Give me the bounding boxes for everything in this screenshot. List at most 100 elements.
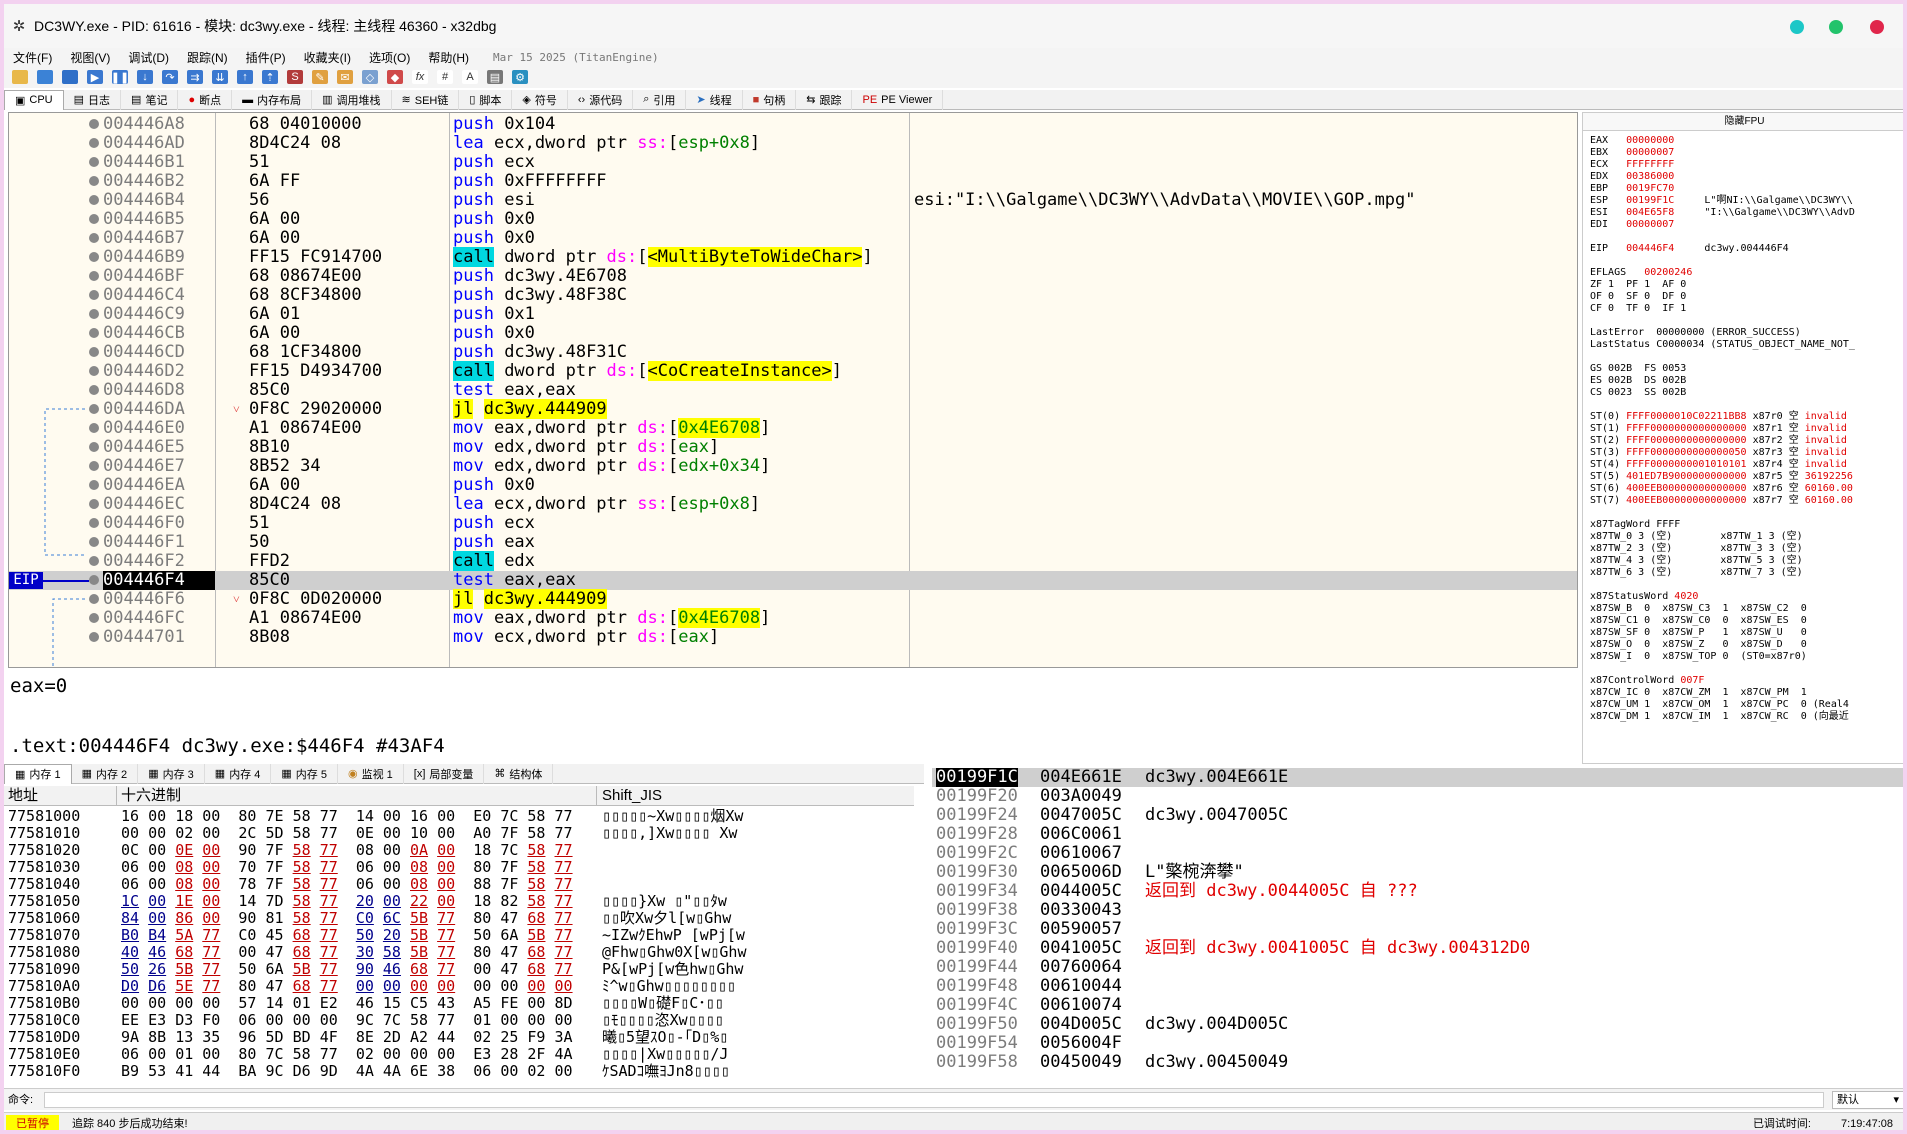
dump-view[interactable]: 地址 十六进制 Shift_JIS 77581000 16 00 18 00 80…: [4, 786, 914, 1086]
stack-row[interactable]: 00199F58 00450049 dc3wy.00450049: [932, 1053, 1903, 1070]
font-icon[interactable]: A: [462, 70, 478, 84]
disasm-row[interactable]: 004446C4 68 8CF34800 push dc3wy.48F38C: [9, 286, 1577, 305]
dump-row[interactable]: 77581090 50 26 5B 77 50 6A 5B 77 90 46 68…: [4, 961, 914, 978]
register-line[interactable]: ST(6) 400EEB00000000000000 x87r6 空 60160…: [1583, 483, 1903, 495]
register-line[interactable]: x87CW_DM 1 x87CW_IM 1 x87CW_RC 0 (向最近: [1583, 711, 1903, 723]
breakpoint-dot[interactable]: [89, 252, 99, 262]
register-line[interactable]: EIP 004446F4 dc3wy.004446F4: [1583, 243, 1903, 255]
breakpoint-dot[interactable]: [89, 404, 99, 414]
breakpoint-dot[interactable]: [89, 214, 99, 224]
disasm-row[interactable]: 004446D2 FF15 D4934700 call dword ptr ds:[…: [9, 361, 1577, 381]
register-line[interactable]: ST(7) 400EEB00000000000000 x87r7 空 60160…: [1583, 495, 1903, 507]
settings-icon[interactable]: ⚙: [512, 70, 528, 84]
stack-row[interactable]: 00199F48 00610044: [932, 977, 1903, 996]
breakpoint-dot[interactable]: [89, 594, 99, 604]
step-over-icon[interactable]: ↷: [162, 70, 178, 84]
register-line[interactable]: EDX 00386000: [1583, 171, 1903, 183]
dump-row[interactable]: 77581050 1C 00 1E 00 14 7D 58 77 20 00 22…: [4, 893, 914, 910]
register-line[interactable]: x87StatusWord 4020: [1583, 591, 1903, 603]
dump-row[interactable]: 77581060 84 00 86 00 90 81 58 77 C0 6C 5B…: [4, 910, 914, 927]
dump-row[interactable]: 775810C0 EE E3 D3 F0 06 00 00 00 9C 7C 58…: [4, 1012, 914, 1029]
register-line[interactable]: ZF 1 PF 1 AF 0: [1583, 279, 1903, 291]
register-line[interactable]: x87TagWord FFFF: [1583, 519, 1903, 531]
hide-fpu-button[interactable]: 隐藏FPU: [1583, 113, 1903, 131]
disasm-row[interactable]: 004446F1 50 push eax: [9, 533, 1577, 552]
register-line[interactable]: x87TW_2 3 (空) x87TW_3 3 (空): [1583, 543, 1903, 555]
breakpoint-dot[interactable]: [89, 480, 99, 490]
disasm-row[interactable]: 004446E5 8B10 mov edx,dword ptr ds:[eax]: [9, 438, 1577, 457]
tab-dump-5[interactable]: ▦ 内存 5: [271, 763, 338, 784]
open-icon[interactable]: [12, 70, 28, 84]
register-line[interactable]: GS 002B FS 0053: [1583, 363, 1903, 375]
disasm-row[interactable]: 004446B2 6A FF push 0xFFFFFFFF: [9, 172, 1577, 191]
dump-row[interactable]: 77581080 40 46 68 77 00 47 68 77 30 58 5B…: [4, 944, 914, 961]
register-line[interactable]: ECX FFFFFFFF: [1583, 159, 1903, 171]
disasm-row[interactable]: 004446BF 68 08674E00 push dc3wy.4E6708: [9, 267, 1577, 286]
register-line[interactable]: x87SW_B 0 x87SW_C3 1 x87SW_C2 0: [1583, 603, 1903, 615]
disassembly-view[interactable]: 004446A8 68 04010000 push 0x104 004446AD 8D4…: [8, 112, 1578, 668]
disasm-row[interactable]: 004446AD 8D4C24 08 lea ecx,dword ptr ss:[e…: [9, 134, 1577, 153]
stack-row[interactable]: 00199F44 00760064: [932, 958, 1903, 977]
breakpoint-dot[interactable]: [89, 499, 99, 509]
disasm-row[interactable]: 004446B7 6A 00 push 0x0: [9, 229, 1577, 248]
dump-row[interactable]: 775810F0 B9 53 41 44 BA 9C D6 9D 4A 4A 6E…: [4, 1063, 914, 1080]
menu-debug[interactable]: 调试(D): [119, 49, 178, 66]
command-mode-select[interactable]: 默认 ▾: [1832, 1091, 1903, 1109]
tab-locals[interactable]: [x] 局部变量: [404, 763, 485, 784]
breakpoint-dot[interactable]: [89, 271, 99, 281]
breakpoint-dot[interactable]: [89, 632, 99, 642]
stack-row[interactable]: 00199F30 0065006D L"檠椀渀攀": [932, 863, 1903, 882]
breakpoint-dot[interactable]: [89, 195, 99, 205]
register-line[interactable]: ESI 004E65F8 "I:\\Galgame\\DC3WY\\AdvD: [1583, 207, 1903, 219]
register-line[interactable]: EFLAGS 00200246: [1583, 267, 1903, 279]
tab-trace[interactable]: ⇆ 跟踪: [796, 89, 853, 110]
register-line[interactable]: x87TW_4 3 (空) x87TW_5 3 (空): [1583, 555, 1903, 567]
breakpoint-dot[interactable]: [89, 347, 99, 357]
dump-row[interactable]: 77581010 00 00 02 00 2C 5D 58 77 0E 00 10…: [4, 825, 914, 842]
tab-call-stack[interactable]: ▥ 调用堆栈: [312, 89, 392, 110]
comments-icon[interactable]: ✉: [337, 70, 353, 84]
tab-dump-4[interactable]: ▦ 内存 4: [205, 763, 272, 784]
disasm-row[interactable]: 004446CD 68 1CF34800 push dc3wy.48F31C: [9, 343, 1577, 362]
patch-icon[interactable]: ✎: [312, 70, 328, 84]
breakpoint-dot[interactable]: [89, 613, 99, 623]
register-line[interactable]: x87SW_I 0 x87SW_TOP 0 (ST0=x87r0): [1583, 651, 1903, 663]
registers-pane[interactable]: 隐藏FPU EAX 00000000 EBX 00000007 ECX FFFFFF…: [1582, 112, 1903, 764]
tab-memory-map[interactable]: ▬ 内存布局: [232, 89, 313, 110]
hash-icon[interactable]: #: [437, 70, 453, 84]
breakpoint-dot[interactable]: [89, 366, 99, 376]
register-line[interactable]: x87CW_UM 1 x87CW_OM 1 x87CW_PC 0 (Real4: [1583, 699, 1903, 711]
register-line[interactable]: x87ControlWord 007F: [1583, 675, 1903, 687]
disasm-row[interactable]: 004446CB 6A 00 push 0x0: [9, 324, 1577, 343]
trace-over-icon[interactable]: ⇊: [212, 70, 228, 84]
breakpoint-dot[interactable]: [89, 518, 99, 528]
register-line[interactable]: ST(2) FFFF0000000000000000 x87r2 空 inval…: [1583, 435, 1903, 447]
breakpoint-dot[interactable]: [89, 442, 99, 452]
menu-help[interactable]: 帮助(H): [419, 49, 478, 66]
command-input[interactable]: [44, 1092, 1824, 1108]
dump-row[interactable]: 775810E0 06 00 01 00 80 7C 58 77 02 00 00…: [4, 1046, 914, 1063]
disasm-row[interactable]: 004446EC 8D4C24 08 lea ecx,dword ptr ss:[e…: [9, 495, 1577, 514]
breakpoint-dot[interactable]: [89, 309, 99, 319]
disasm-row[interactable]: 004446B9 FF15 FC914700 call dword ptr ds:[…: [9, 247, 1577, 267]
register-line[interactable]: x87SW_O 0 x87SW_Z 0 x87SW_D 0: [1583, 639, 1903, 651]
stack-row[interactable]: 00199F24 0047005C dc3wy.0047005C: [932, 806, 1903, 825]
tab-source[interactable]: ‹› 源代码: [568, 89, 634, 110]
disasm-row[interactable]: 004446E7 8B52 34 mov edx,dword ptr ds:[edx…: [9, 457, 1577, 476]
stack-row[interactable]: 00199F50 004D005C dc3wy.004D005C: [932, 1015, 1903, 1034]
restart-icon[interactable]: [37, 70, 53, 84]
close-button[interactable]: [1870, 20, 1884, 34]
disasm-row[interactable]: 004446FC A1 08674E00 mov eax,dword ptr ds:…: [9, 608, 1577, 628]
stop-icon[interactable]: [62, 70, 78, 84]
register-line[interactable]: ES 002B DS 002B: [1583, 375, 1903, 387]
stack-row[interactable]: 00199F40 0041005C 返回到 dc3wy.0041005C 自 dc3…: [932, 939, 1903, 958]
register-line[interactable]: LastStatus C0000034 (STATUS_OBJECT_NAME_…: [1583, 339, 1903, 351]
tab-struct[interactable]: ⌘ 结构体: [484, 763, 554, 784]
stack-row[interactable]: 00199F1C 004E661E dc3wy.004E661E: [932, 768, 1903, 787]
register-line[interactable]: EAX 00000000: [1583, 135, 1903, 147]
breakpoint-dot[interactable]: [89, 176, 99, 186]
disasm-row[interactable]: 00444701 8B08 mov ecx,dword ptr ds:[eax]: [9, 628, 1577, 647]
disasm-row[interactable]: 004446A8 68 04010000 push 0x104: [9, 115, 1577, 134]
register-line[interactable]: EBX 00000007: [1583, 147, 1903, 159]
dump-row[interactable]: 77581040 06 00 08 00 78 7F 58 77 06 00 08…: [4, 876, 914, 893]
